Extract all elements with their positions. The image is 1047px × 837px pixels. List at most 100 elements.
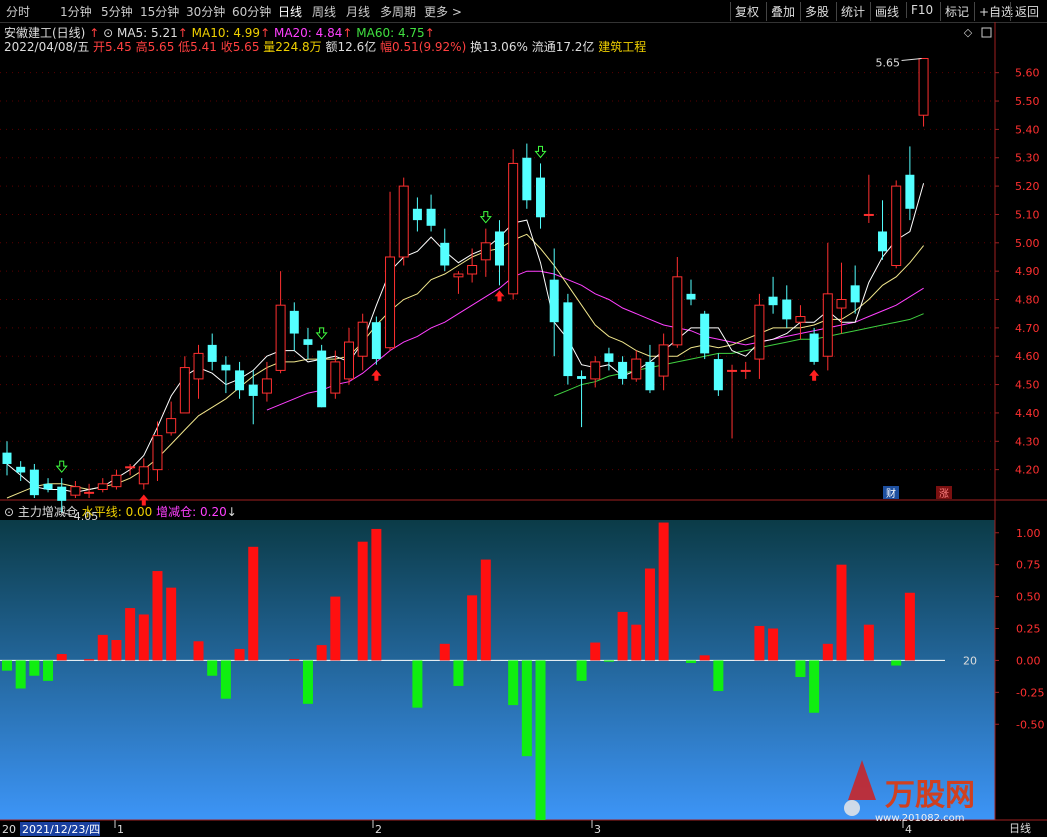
- candle-body: [70, 486, 81, 496]
- candle: [549, 248, 559, 357]
- y-tick-label: 4.30: [1015, 435, 1040, 448]
- sub-y-tick-label: 0.50: [1016, 591, 1041, 604]
- candle-body: [850, 285, 860, 303]
- position-bar: [357, 541, 368, 661]
- candle-body: [878, 231, 888, 252]
- month-label: 2: [375, 823, 382, 836]
- candle-body: [330, 361, 341, 394]
- candle-body: [303, 339, 313, 345]
- candle-body: [713, 359, 723, 391]
- position-bar: [84, 659, 95, 661]
- candle: [166, 401, 177, 436]
- candle: [768, 276, 778, 314]
- buy-signal-arrow-icon: [809, 369, 820, 381]
- position-bar: [590, 642, 601, 661]
- sub-y-tick-label: 0.00: [1016, 654, 1041, 667]
- position-bar: [617, 611, 628, 661]
- low-pointer: [61, 511, 72, 516]
- ma5-line: [6, 183, 925, 493]
- position-bar: [97, 634, 108, 661]
- position-bar: [603, 660, 614, 662]
- candle: [357, 313, 368, 371]
- candle: [289, 302, 299, 351]
- candle: [631, 350, 642, 382]
- candle-body: [918, 58, 929, 116]
- watermark-logo-icon: [844, 800, 860, 816]
- axis-start-date: 2021/12/23/四: [22, 823, 100, 836]
- candle: [700, 310, 710, 360]
- position-bar: [521, 660, 532, 757]
- candle-body: [618, 361, 628, 379]
- y-tick-label: 4.70: [1015, 322, 1040, 335]
- candle: [891, 180, 902, 269]
- candle: [344, 327, 354, 385]
- sub-y-tick-label: -0.25: [1016, 686, 1044, 699]
- y-tick-label: 4.40: [1015, 407, 1040, 420]
- candle: [522, 143, 532, 209]
- candle-body: [494, 231, 504, 266]
- position-bar: [836, 564, 847, 661]
- candle: [850, 265, 860, 314]
- candle: [686, 279, 696, 306]
- candle-body: [426, 208, 436, 226]
- candle: [57, 478, 67, 513]
- position-bar: [302, 660, 313, 704]
- candle: [645, 344, 655, 394]
- position-bar: [166, 587, 177, 661]
- position-bar: [699, 655, 710, 661]
- candle-body: [440, 242, 450, 266]
- candle-body: [727, 369, 738, 372]
- candle: [918, 58, 929, 127]
- candle: [207, 333, 217, 371]
- position-bar: [152, 571, 163, 661]
- y-tick-label: 5.30: [1015, 152, 1040, 165]
- candle: [863, 174, 874, 223]
- candle-body: [344, 341, 354, 380]
- candle: [658, 333, 669, 391]
- position-bar: [822, 643, 833, 661]
- candle: [2, 441, 12, 476]
- candle: [275, 271, 286, 374]
- candle: [152, 421, 163, 481]
- position-bar: [576, 660, 587, 681]
- position-bar: [535, 660, 546, 820]
- candle: [563, 293, 573, 385]
- up-badge: 涨: [939, 488, 949, 500]
- buy-signal-arrow-icon: [494, 290, 505, 302]
- candle: [618, 356, 628, 385]
- candle-body: [631, 358, 642, 380]
- candle: [536, 163, 546, 229]
- candle: [138, 458, 149, 490]
- position-bar: [863, 624, 874, 661]
- candle-body: [357, 321, 368, 357]
- position-bar: [904, 592, 915, 661]
- position-bar: [713, 660, 724, 692]
- level-axis-label: 20: [963, 654, 977, 667]
- y-tick-label: 5.60: [1015, 67, 1040, 80]
- candle: [70, 480, 81, 498]
- candle-body: [111, 474, 122, 488]
- buy-signal-arrow-icon: [138, 494, 149, 506]
- position-bar: [891, 660, 902, 666]
- candle-body: [740, 369, 751, 372]
- low-label: 4.05: [74, 510, 99, 523]
- position-bar: [193, 641, 204, 661]
- fin-badge: 财: [886, 487, 896, 500]
- buy-signal-arrow-icon: [371, 369, 382, 381]
- candle-body: [863, 213, 874, 216]
- candle-body: [289, 310, 299, 334]
- candle: [398, 177, 409, 266]
- candle: [467, 248, 478, 283]
- position-bar: [248, 546, 259, 661]
- watermark-title: 万股网: [885, 778, 975, 813]
- candle-body: [317, 350, 327, 408]
- watermark-url: www.201082.com: [875, 813, 965, 824]
- candle-body: [138, 466, 149, 485]
- chart-canvas[interactable]: 4.20 4.30 4.40 4.50 4.60 4.70 4.80 4.90 5.00 5.10…: [0, 0, 1047, 837]
- candle: [385, 191, 396, 351]
- candle-body: [398, 185, 409, 258]
- month-label: 1: [117, 823, 124, 836]
- candle-body: [508, 162, 519, 295]
- position-bar: [453, 660, 464, 686]
- candle-body: [29, 469, 39, 496]
